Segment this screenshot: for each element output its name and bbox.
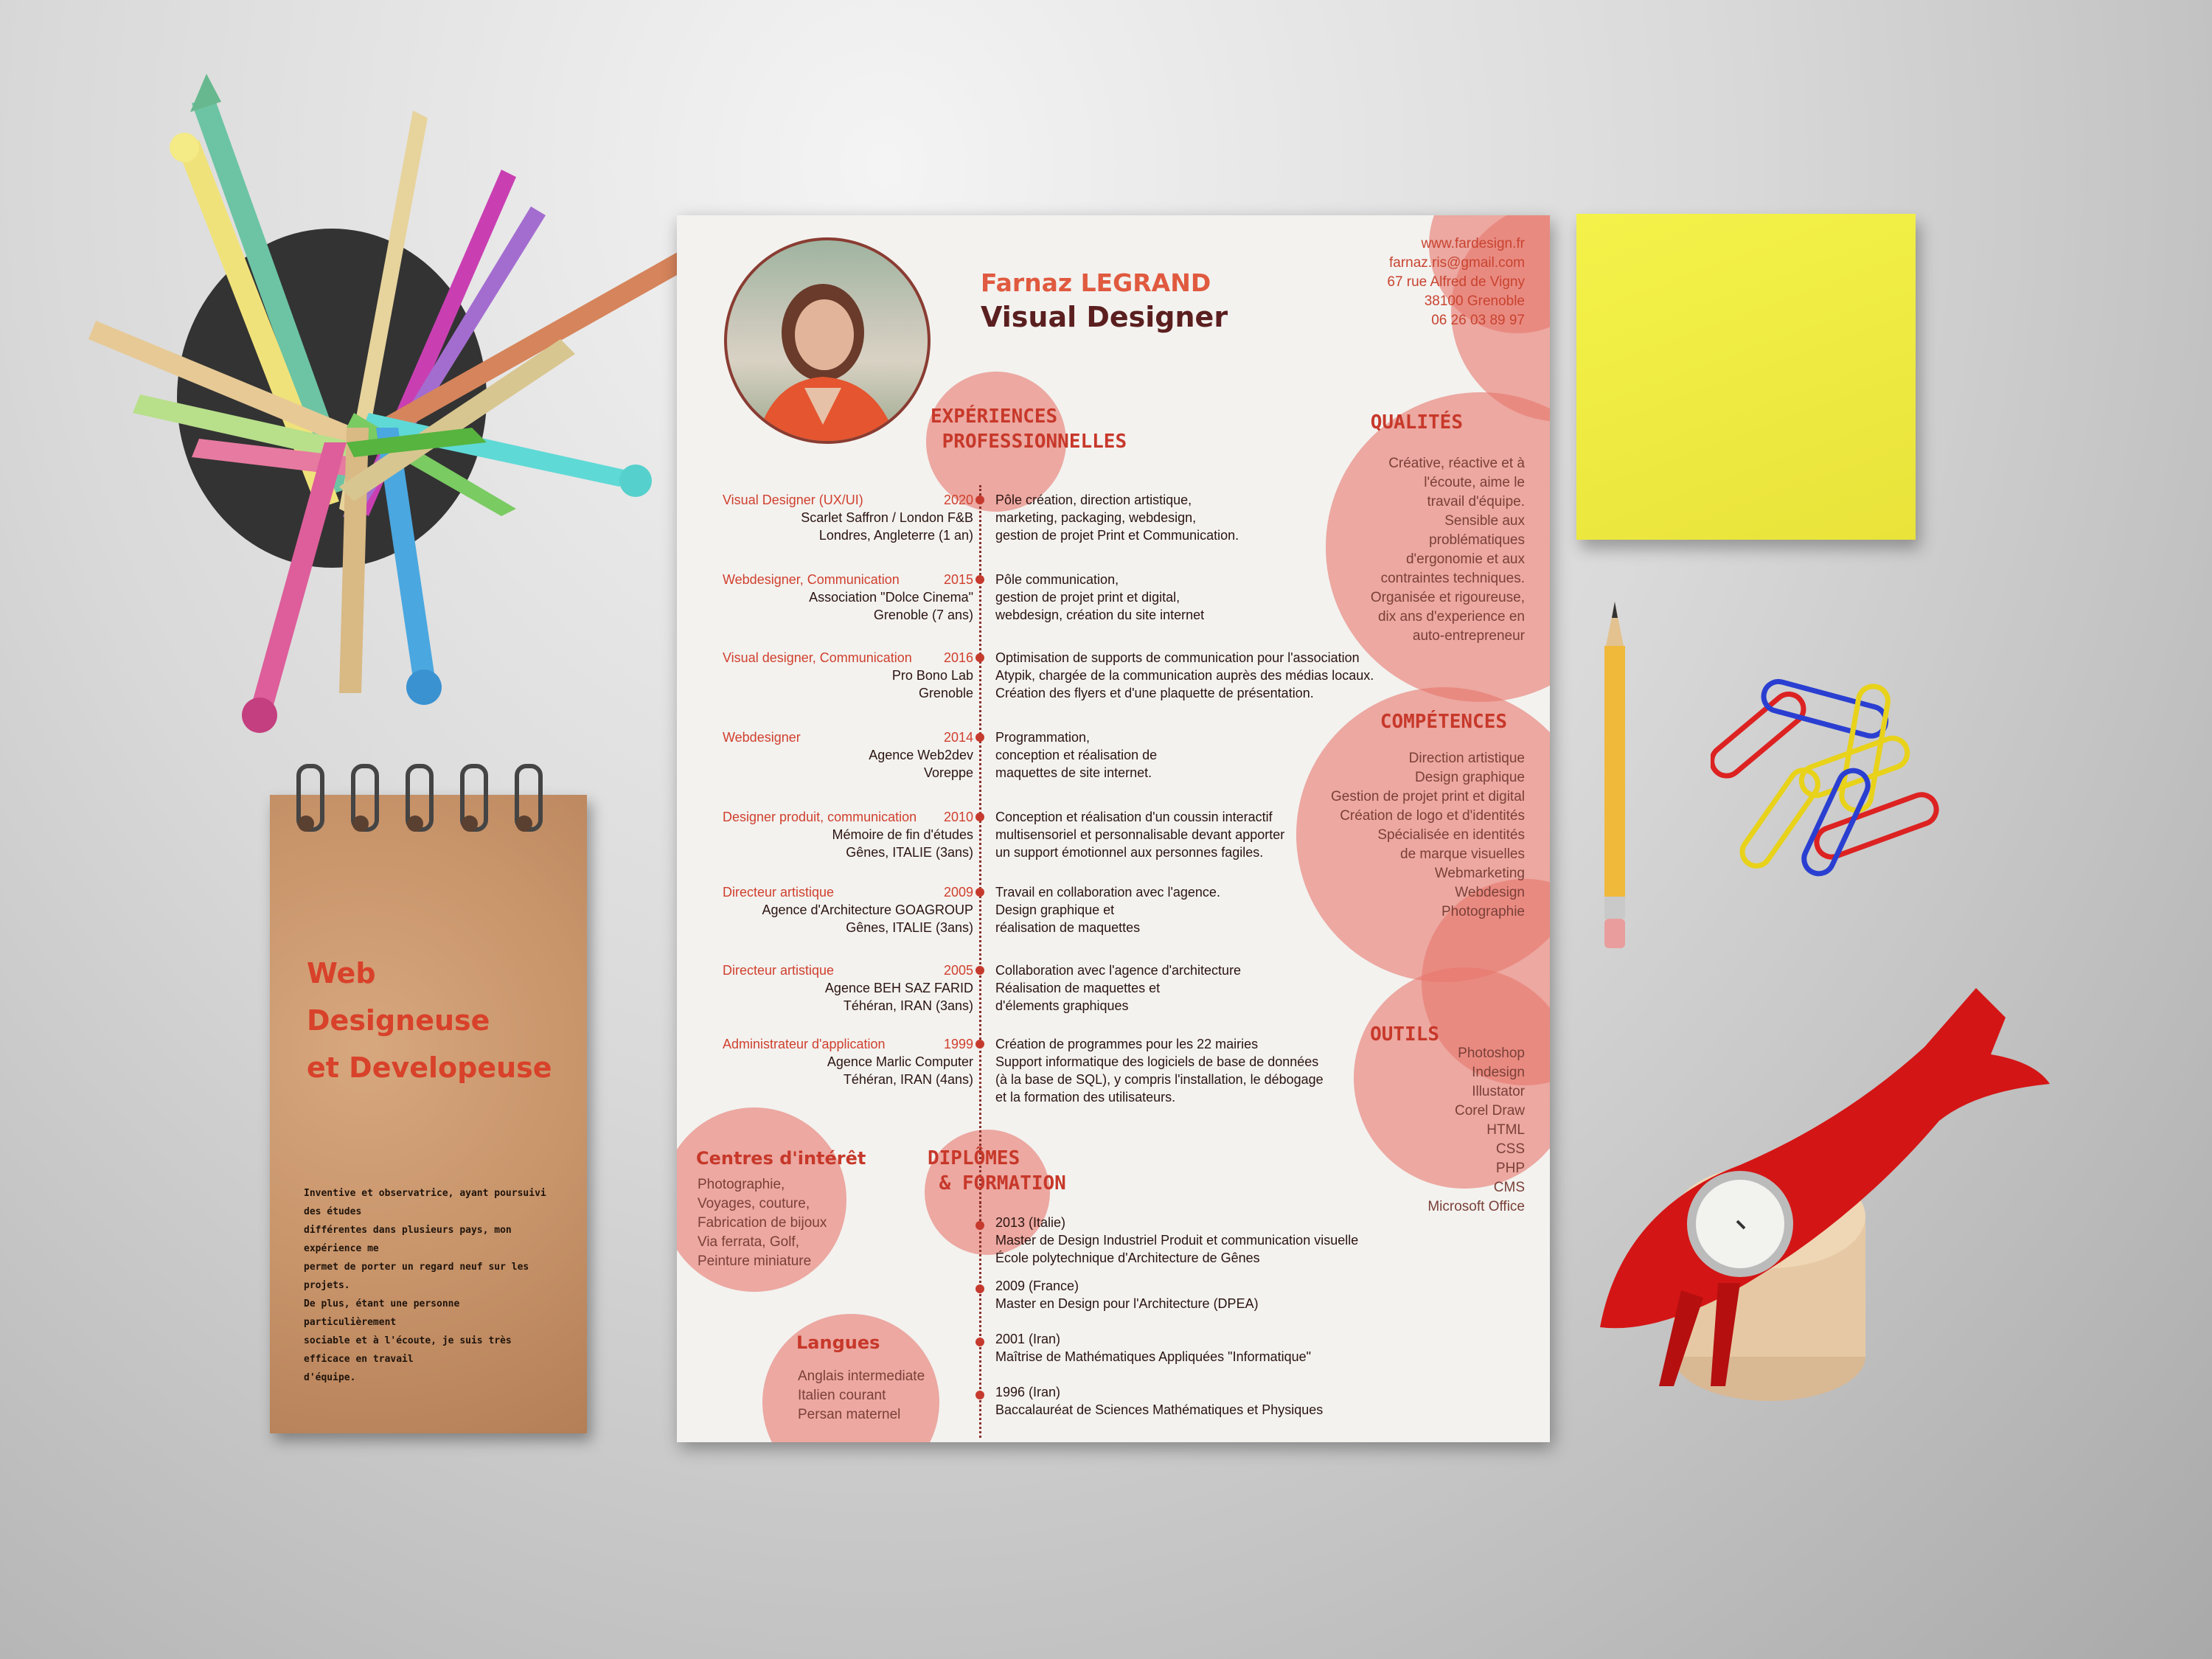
contact-block: www.fardesign.fr farnaz.ris@gmail.com 67… [1387, 234, 1525, 330]
intro-line: permet de porter un regard neuf sur les … [304, 1262, 529, 1291]
timeline-dot [975, 888, 984, 897]
diploma-item: 2009 (France) Master en Design pour l'Ar… [995, 1279, 1259, 1311]
pencil-icon [1604, 602, 1625, 948]
experience-company: Agence Web2dev Voreppe [869, 748, 973, 780]
interets-title: Centres d'intérêt [696, 1148, 866, 1169]
experience-description: Pôle création, direction artistique, mar… [995, 493, 1239, 543]
intro-line: d'équipe. [304, 1372, 356, 1383]
resume-job-title: Visual Designer [981, 301, 1228, 333]
paperclips-icon [1711, 678, 1939, 877]
pencil-cup-illustration [88, 74, 693, 733]
city: 38100 Grenoble [1424, 293, 1525, 309]
experience-company: Pro Bono Lab Grenoble [891, 668, 973, 700]
email-link[interactable]: farnaz.ris@gmail.com [1387, 254, 1525, 273]
experience-description: Pôle communication, gestion de projet pr… [995, 572, 1205, 622]
timeline-dot [975, 575, 984, 584]
competences-title: COMPÉTENCES [1380, 711, 1507, 733]
outils-title: OUTILS [1370, 1023, 1439, 1046]
experience-description: Création de programmes pour les 22 mairi… [995, 1037, 1324, 1105]
timeline-dot [975, 1040, 984, 1048]
timeline-dot [975, 653, 984, 662]
experience-description: Travail en collaboration avec l'agence. … [995, 885, 1220, 935]
outils-text: Photoshop Indesign Illustator Corel Draw… [1427, 1046, 1525, 1214]
experience-company: Agence Marlic Computer Téhéran, IRAN (4a… [827, 1054, 973, 1087]
intro-line: différentes dans plusieurs pays, mon exp… [304, 1225, 512, 1254]
experience-item: Visual designer, Communication 2016 Pro … [677, 649, 1414, 708]
diploma-item: 2001 (Iran) Maîtrise de Mathématiques Ap… [995, 1332, 1312, 1364]
interets-text: Photographie, Voyages, couture, Fabricat… [698, 1177, 827, 1269]
timeline-dot [975, 1221, 984, 1230]
experience-item: Designer produit, communication 2010 Mém… [677, 808, 1414, 867]
diplomes-title: DIPLÔMES & FORMATION [928, 1147, 1066, 1194]
experience-description: Programmation, conception et réalisation… [995, 730, 1158, 780]
experience-description: Conception et réalisation d'un coussin i… [995, 810, 1285, 860]
experience-year: 2014 [943, 730, 973, 745]
timeline-dot [975, 966, 984, 975]
experience-company: Association "Dolce Cinema" Grenoble (7 a… [809, 590, 973, 622]
diploma-item: 2013 (Italie) Master de Design Industrie… [995, 1215, 1359, 1265]
qualites-text: Créative, réactive et à l'écoute, aime l… [1370, 456, 1525, 644]
intro-line: De plus, étant une personne particulière… [304, 1298, 460, 1328]
experience-company: Mémoire de fin d'études Gênes, ITALIE (3… [832, 827, 973, 860]
diploma-item: 1996 (Iran) Baccalauréat de Sciences Mat… [995, 1385, 1324, 1417]
timeline-dot [975, 733, 984, 742]
timeline-dot [975, 813, 984, 821]
experience-year: 2009 [943, 885, 973, 900]
langues-text: Anglais intermediate Italien courant Per… [798, 1368, 925, 1422]
resume-name: Farnaz LEGRAND [981, 268, 1211, 297]
timeline-dot [975, 1284, 984, 1293]
qualites-title: QUALITÉS [1370, 411, 1463, 434]
education-line [979, 1202, 981, 1438]
experience-item: Visual Designer (UX/UI) 2020 Scarlet Saf… [677, 491, 1414, 550]
langues-title: Langues [796, 1332, 880, 1353]
experience-item: Directeur artistique 2009 Agence d'Archi… [677, 883, 1414, 942]
experience-year: 2016 [943, 650, 973, 665]
experience-item: Directeur artistique 2005 Agence BEH SAZ… [677, 961, 1414, 1020]
candle-fish-holder-icon [1600, 988, 2050, 1401]
experience-company: Agence BEH SAZ FARID Téhéran, IRAN (3ans… [824, 981, 973, 1013]
intro-line: Inventive et observatrice, ayant poursui… [304, 1188, 546, 1217]
experience-year: 2020 [943, 493, 973, 507]
intro-line: sociable et à l'écoute, je suis très eff… [304, 1335, 512, 1365]
experience-year: 1999 [943, 1037, 973, 1051]
experience-description: Optimisation de supports de communicatio… [995, 650, 1374, 700]
notepad: Web Designeuse et Developeuse Inventive … [270, 764, 587, 1433]
timeline-dot [975, 1338, 984, 1346]
experience-section-title: EXPÉRIENCES PROFESSIONNELLES [931, 406, 1127, 453]
timeline-dot [975, 495, 984, 504]
phone: 06 26 03 89 97 [1431, 313, 1525, 328]
resume-sheet: Farnaz LEGRAND Visual Designer www.farde… [677, 215, 1550, 1442]
website-link[interactable]: www.fardesign.fr [1387, 234, 1525, 254]
experience-company: Scarlet Saffron / London F&B Londres, An… [801, 510, 973, 543]
notepad-title: Web Designeuse et Developeuse [307, 957, 552, 1084]
competences-text: Direction artistique Design graphique Ge… [1331, 751, 1525, 919]
experience-item: Webdesigner 2014 Agence Web2dev Voreppe … [677, 728, 1414, 787]
experience-company: Agence d'Architecture GOAGROUP Gênes, IT… [762, 902, 973, 935]
experience-item: Webdesigner, Communication 2015 Associat… [677, 571, 1414, 630]
experience-item: Administrateur d'application 1999 Agence… [677, 1035, 1414, 1109]
experience-description: Collaboration avec l'agence d'architectu… [995, 963, 1242, 1013]
experience-year: 2005 [943, 963, 973, 978]
notepad-intro-text: Inventive et observatrice, ayant poursui… [304, 1184, 554, 1387]
timeline-dot [975, 1391, 984, 1399]
experience-year: 2010 [943, 810, 973, 824]
sticky-note [1576, 214, 1916, 540]
profile-photo [724, 237, 931, 444]
experience-year: 2015 [943, 572, 973, 587]
address: 67 rue Alfred de Vigny [1387, 274, 1525, 290]
